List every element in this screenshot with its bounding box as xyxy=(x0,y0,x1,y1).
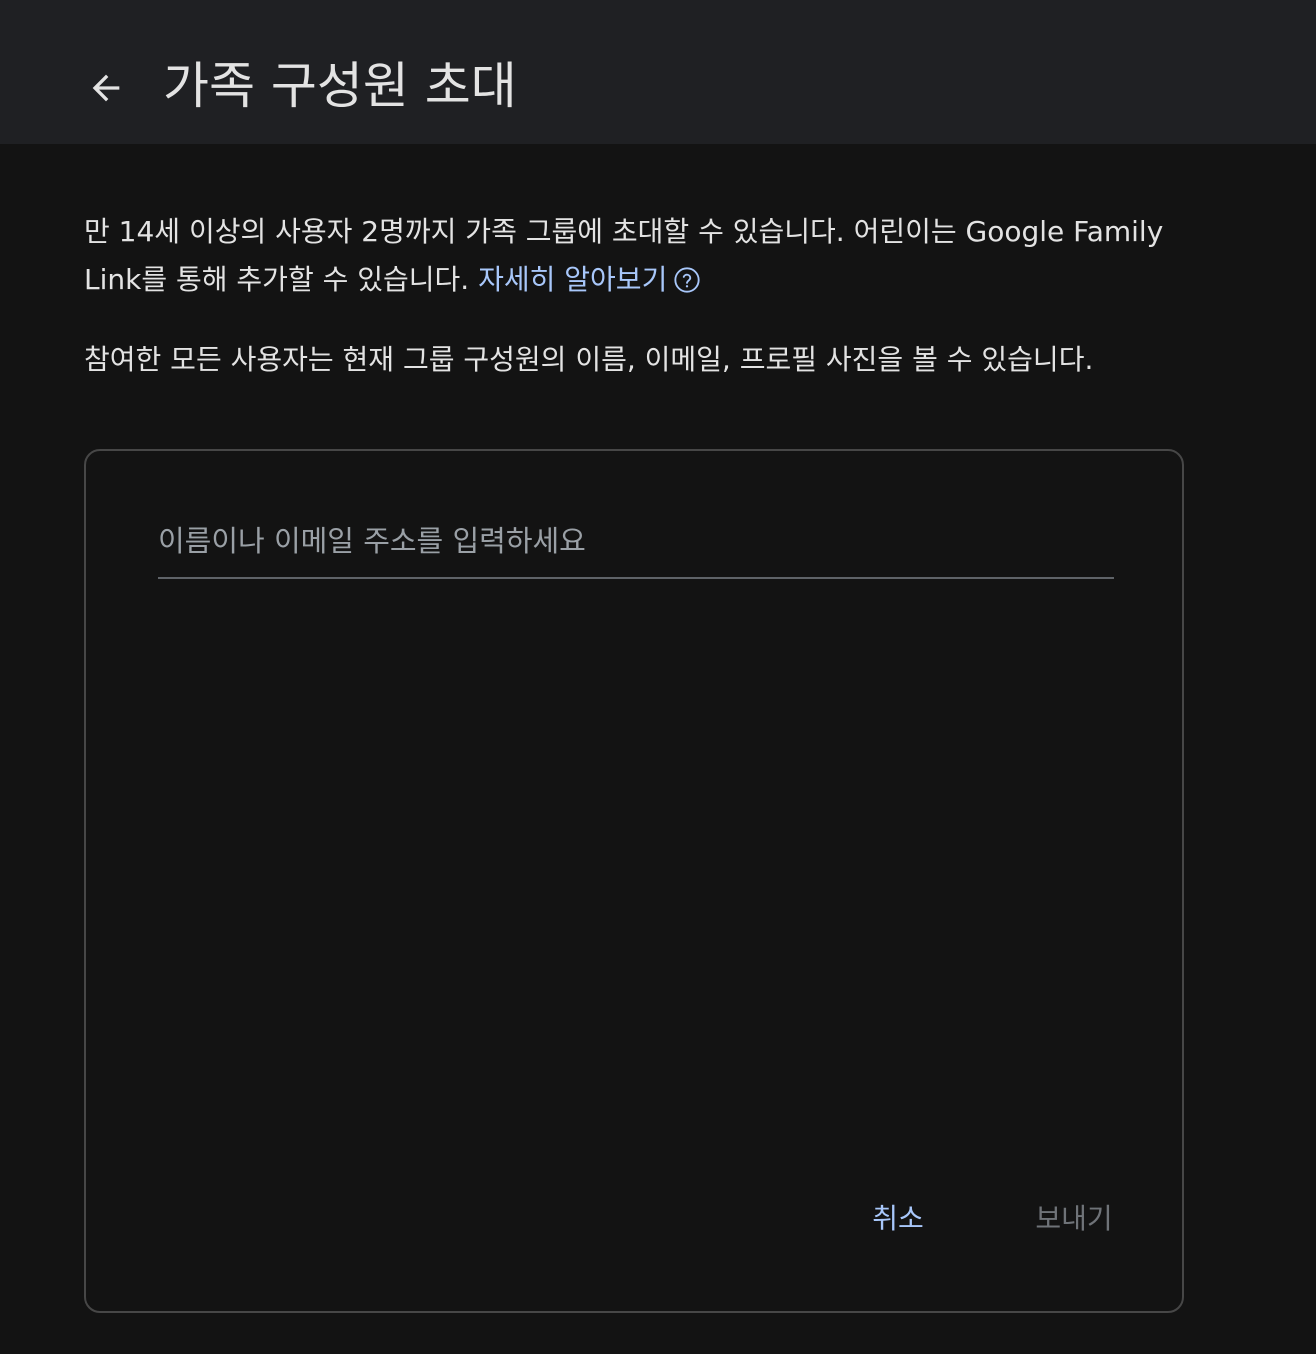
cancel-button[interactable]: 취소 xyxy=(838,1179,958,1255)
page-title: 가족 구성원 초대 xyxy=(163,57,517,115)
help-circle-icon xyxy=(674,267,700,293)
learn-more-link[interactable]: 자세히 알아보기 xyxy=(478,263,701,296)
visibility-notice: 참여한 모든 사용자는 현재 그룹 구성원의 이름, 이메일, 프로필 사진을 … xyxy=(84,343,1094,376)
app-header: 가족 구성원 초대 xyxy=(0,0,1316,144)
description-paragraph: 만 14세 이상의 사용자 2명까지 가족 그룹에 초대할 수 있습니다. 어린… xyxy=(84,208,1204,304)
learn-more-label: 자세히 알아보기 xyxy=(478,263,668,296)
arrow-back-icon xyxy=(92,74,120,102)
back-button[interactable] xyxy=(78,60,134,116)
invite-card: 취소 보내기 xyxy=(84,449,1184,1313)
name-or-email-input[interactable] xyxy=(158,505,1114,579)
send-button[interactable]: 보내기 xyxy=(1006,1179,1142,1255)
